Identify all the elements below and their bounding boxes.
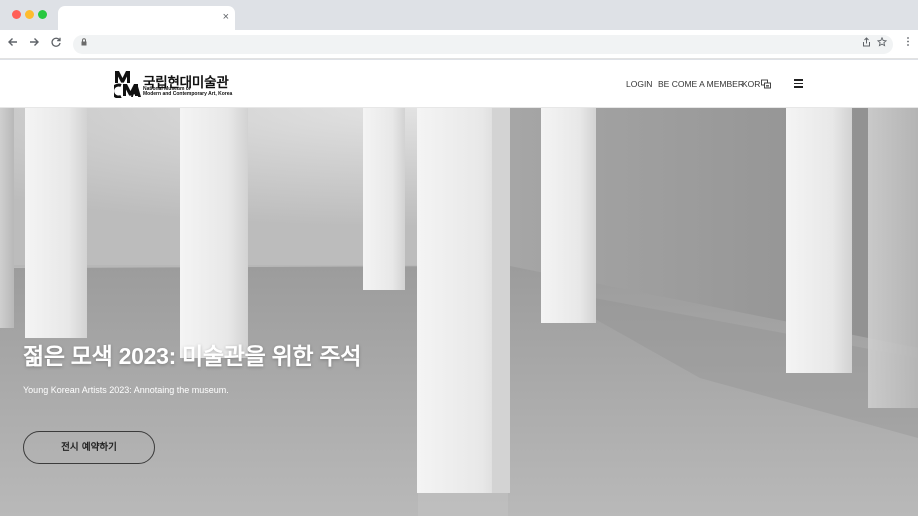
login-link[interactable]: LOGIN: [626, 79, 652, 91]
minimize-window-button[interactable]: [25, 10, 34, 19]
browser-titlebar: ×: [0, 0, 918, 30]
site-header: 국립현대미술관 National Museum of Modern and Co…: [0, 60, 918, 108]
back-arrow-icon[interactable]: [5, 36, 21, 52]
share-icon[interactable]: [862, 37, 871, 50]
hero-title: 젊은 모색 2023: 미술관을 위한 주석: [23, 343, 362, 369]
hamburger-menu-icon[interactable]: [794, 79, 804, 88]
book-exhibition-button[interactable]: 전시 예약하기: [23, 431, 155, 464]
bookmark-star-icon[interactable]: [876, 36, 888, 50]
lock-icon: [81, 38, 87, 48]
reload-icon[interactable]: [48, 36, 64, 52]
mmca-logo-mark-icon: [114, 71, 141, 98]
tab-close-icon[interactable]: ×: [223, 10, 229, 24]
language-link[interactable]: KOR: [742, 79, 760, 91]
logo-english-line2: Modern and Contemporary Art, Korea: [143, 91, 233, 97]
hero-subtitle: Young Korean Artists 2023: Annotaing the…: [23, 385, 229, 395]
browser-tab[interactable]: ×: [58, 6, 235, 30]
forward-arrow-icon[interactable]: [26, 36, 42, 52]
maximize-window-button[interactable]: [38, 10, 47, 19]
address-bar[interactable]: [73, 35, 893, 54]
browser-toolbar: [0, 30, 918, 59]
language-icon[interactable]: [761, 79, 771, 89]
hero-banner: 젊은 모색 2023: 미술관을 위한 주석 Young Korean Arti…: [0, 108, 918, 516]
become-member-link[interactable]: BE COME A MEMBER: [658, 79, 744, 91]
browser-menu-icon[interactable]: [906, 36, 910, 52]
close-window-button[interactable]: [12, 10, 21, 19]
